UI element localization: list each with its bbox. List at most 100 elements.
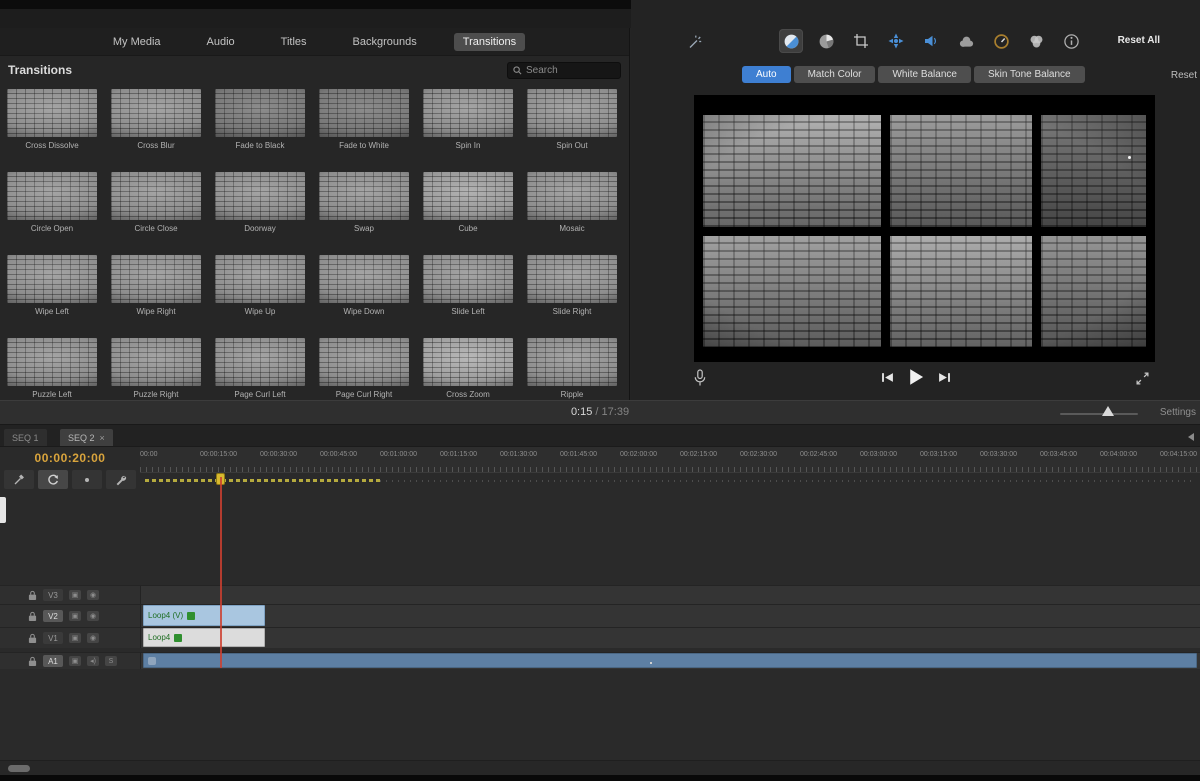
- track-solo-toggle[interactable]: S: [105, 656, 117, 666]
- track-name-button[interactable]: A1: [43, 655, 63, 667]
- tab-audio[interactable]: Audio: [198, 33, 244, 51]
- fullscreen-button[interactable]: [1135, 371, 1150, 386]
- transition-thumbnail[interactable]: [215, 172, 305, 220]
- transition-item[interactable]: Spin In: [423, 89, 513, 150]
- transition-item[interactable]: Slide Left: [423, 255, 513, 316]
- transition-item[interactable]: Circle Close: [111, 172, 201, 233]
- skip-forward-button[interactable]: [938, 371, 951, 384]
- transition-thumbnail[interactable]: [319, 89, 409, 137]
- clip-loop4-video[interactable]: Loop4 (V): [143, 605, 265, 626]
- transition-thumbnail[interactable]: [423, 338, 513, 386]
- transition-thumbnail[interactable]: [215, 338, 305, 386]
- timeline-scrollbar[interactable]: [0, 760, 1200, 775]
- transition-thumbnail[interactable]: [319, 338, 409, 386]
- clip-info-button[interactable]: [1059, 29, 1083, 53]
- sequence-tab-active[interactable]: SEQ 2×: [60, 429, 113, 446]
- auto-button[interactable]: Auto: [742, 66, 791, 83]
- transition-item[interactable]: Swap: [319, 172, 409, 233]
- track-speaker-toggle[interactable]: ◂): [87, 656, 99, 666]
- transition-item[interactable]: Circle Open: [7, 172, 97, 233]
- sequence-tab[interactable]: SEQ 1: [4, 429, 47, 446]
- transition-thumbnail[interactable]: [7, 172, 97, 220]
- track-lane-v2[interactable]: [140, 605, 1200, 627]
- track-mute-toggle[interactable]: ◉: [87, 590, 99, 600]
- track-name-button[interactable]: V1: [43, 632, 63, 644]
- track-lane-v1[interactable]: [140, 628, 1200, 648]
- transition-item[interactable]: Cross Blur: [111, 89, 201, 150]
- noise-reduction-button[interactable]: [954, 29, 978, 53]
- transition-item[interactable]: Doorway: [215, 172, 305, 233]
- play-button[interactable]: [907, 368, 925, 386]
- scrollbar-thumb[interactable]: [8, 765, 30, 772]
- transition-item[interactable]: Fade to White: [319, 89, 409, 150]
- track-mute-toggle[interactable]: ◉: [87, 633, 99, 643]
- transition-item[interactable]: Wipe Right: [111, 255, 201, 316]
- transition-item[interactable]: Wipe Up: [215, 255, 305, 316]
- track-video-toggle[interactable]: ▣: [69, 611, 81, 621]
- transition-thumbnail[interactable]: [527, 172, 617, 220]
- skip-back-button[interactable]: [881, 371, 894, 384]
- crop-button[interactable]: [849, 29, 873, 53]
- marker-tool-button[interactable]: [72, 470, 102, 489]
- lock-icon[interactable]: [28, 611, 37, 622]
- transition-item[interactable]: Spin Out: [527, 89, 617, 150]
- transition-item[interactable]: Puzzle Left: [7, 338, 97, 399]
- transition-thumbnail[interactable]: [423, 255, 513, 303]
- settings-button[interactable]: Settings: [1160, 407, 1196, 418]
- edit-tool-button[interactable]: [4, 470, 34, 489]
- volume-button[interactable]: [919, 29, 943, 53]
- loop-tool-button[interactable]: [38, 470, 68, 489]
- transition-thumbnail[interactable]: [319, 255, 409, 303]
- stabilization-button[interactable]: [884, 29, 908, 53]
- track-audio-toggle[interactable]: ▣: [69, 656, 81, 666]
- transition-item[interactable]: Puzzle Right: [111, 338, 201, 399]
- clip-loop4[interactable]: Loop4: [143, 628, 265, 647]
- transition-thumbnail[interactable]: [111, 338, 201, 386]
- track-mute-toggle[interactable]: ◉: [87, 611, 99, 621]
- track-video-toggle[interactable]: ▣: [69, 633, 81, 643]
- transition-thumbnail[interactable]: [7, 255, 97, 303]
- match-color-button[interactable]: Match Color: [794, 66, 876, 83]
- settings-tool-button[interactable]: [106, 470, 136, 489]
- tabbar-overflow-arrow-icon[interactable]: [1188, 433, 1194, 441]
- transition-item[interactable]: Ripple: [527, 338, 617, 399]
- search-input[interactable]: [526, 65, 614, 76]
- tab-transitions[interactable]: Transitions: [454, 33, 525, 51]
- tab-titles[interactable]: Titles: [272, 33, 316, 51]
- lock-icon[interactable]: [28, 633, 37, 644]
- transition-thumbnail[interactable]: [319, 172, 409, 220]
- transition-thumbnail[interactable]: [7, 89, 97, 137]
- transition-thumbnail[interactable]: [527, 89, 617, 137]
- timeline-zoom-slider[interactable]: [1060, 413, 1138, 415]
- transition-thumbnail[interactable]: [527, 338, 617, 386]
- transition-item[interactable]: Slide Right: [527, 255, 617, 316]
- transition-thumbnail[interactable]: [527, 255, 617, 303]
- tab-backgrounds[interactable]: Backgrounds: [344, 33, 426, 51]
- skin-tone-balance-button[interactable]: Skin Tone Balance: [974, 66, 1085, 83]
- transition-item[interactable]: Cross Dissolve: [7, 89, 97, 150]
- reset-button[interactable]: Reset: [1171, 70, 1197, 81]
- transition-item[interactable]: Cross Zoom: [423, 338, 513, 399]
- transition-thumbnail[interactable]: [111, 172, 201, 220]
- transition-thumbnail[interactable]: [111, 89, 201, 137]
- color-balance-button[interactable]: [779, 29, 803, 53]
- playhead-line[interactable]: [220, 477, 222, 668]
- transition-item[interactable]: Cube: [423, 172, 513, 233]
- track-name-button[interactable]: V3: [43, 589, 63, 601]
- color-correction-button[interactable]: [814, 29, 838, 53]
- search-box[interactable]: [507, 62, 621, 79]
- transition-item[interactable]: Page Curl Right: [319, 338, 409, 399]
- track-name-button[interactable]: V2: [43, 610, 63, 622]
- tab-my-media[interactable]: My Media: [104, 33, 170, 51]
- transition-item[interactable]: Fade to Black: [215, 89, 305, 150]
- transition-thumbnail[interactable]: [423, 172, 513, 220]
- reset-all-button[interactable]: Reset All: [1118, 35, 1160, 46]
- transition-thumbnail[interactable]: [423, 89, 513, 137]
- transition-thumbnail[interactable]: [215, 255, 305, 303]
- lock-icon[interactable]: [28, 656, 37, 667]
- slider-thumb-icon[interactable]: [1102, 406, 1114, 416]
- transition-item[interactable]: Page Curl Left: [215, 338, 305, 399]
- video-preview[interactable]: [694, 95, 1155, 362]
- transition-thumbnail[interactable]: [7, 338, 97, 386]
- transition-item[interactable]: Mosaic: [527, 172, 617, 233]
